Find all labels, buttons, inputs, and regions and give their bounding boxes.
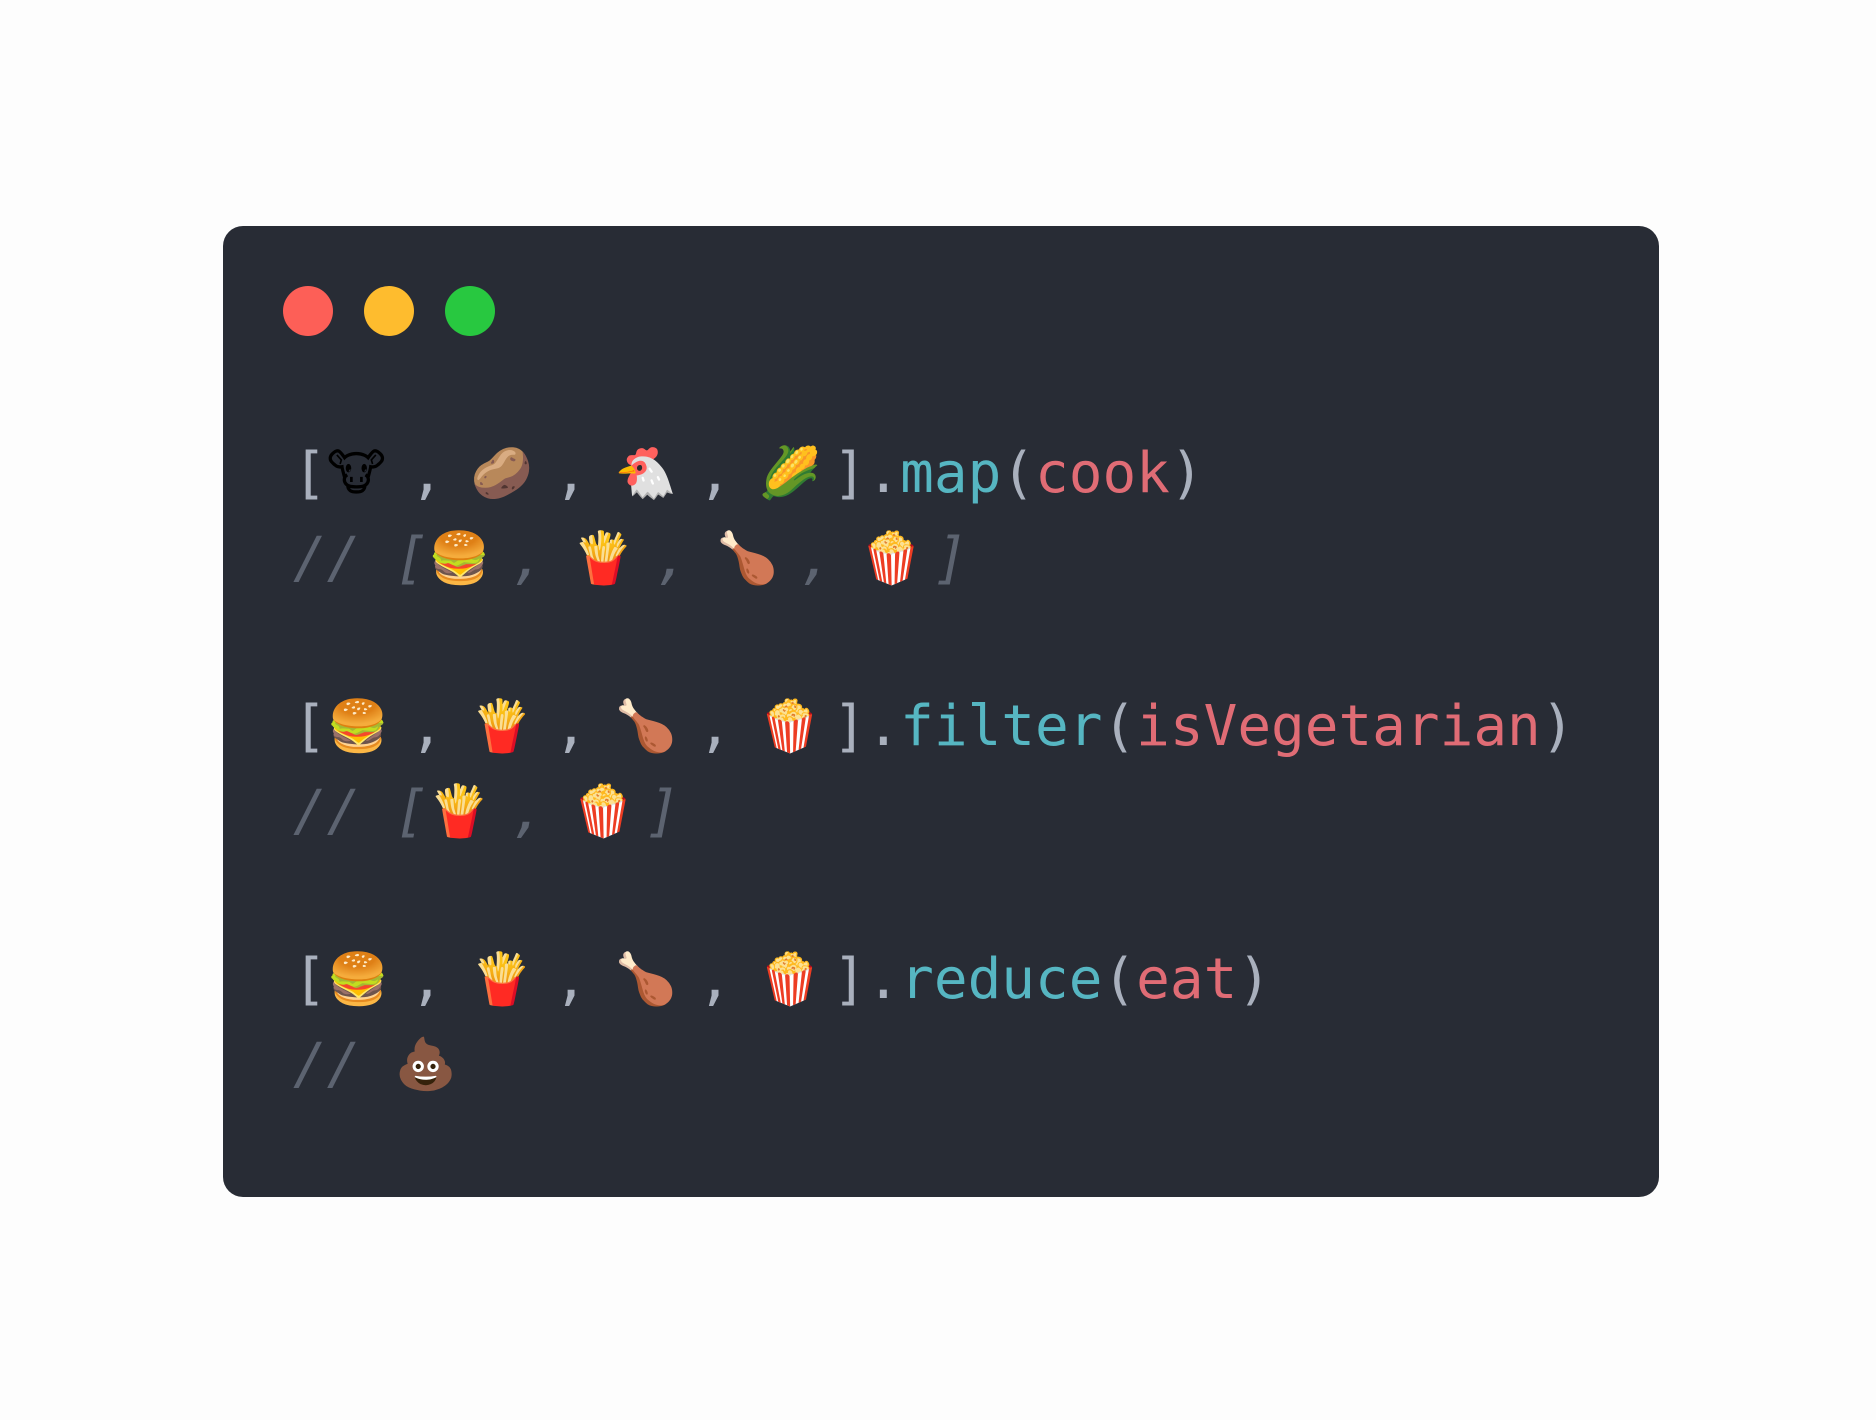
comment-prefix: // (293, 779, 361, 844)
comment-line-reduce: // 💩 (293, 1022, 1619, 1107)
open-bracket: [ (394, 779, 429, 844)
close-bracket: ] (832, 947, 867, 1012)
comment-line-filter: // [ 🍟 , 🍿 ] (293, 769, 1619, 854)
method-name: filter (900, 694, 1103, 759)
paren-open: ( (1102, 947, 1137, 1012)
dot: . (866, 947, 901, 1012)
drumstick-icon: 🍗 (716, 529, 779, 587)
paren-close: ) (1237, 947, 1272, 1012)
burger-icon: 🍔 (428, 529, 491, 587)
minimize-button[interactable] (364, 286, 414, 336)
separator: , (799, 526, 834, 591)
chicken-icon: 🐔 (614, 444, 677, 502)
argument: isVegetarian (1136, 694, 1541, 759)
separator: , (697, 694, 732, 759)
separator: , (655, 526, 690, 591)
separator: , (553, 694, 588, 759)
separator: , (511, 526, 546, 591)
dot: . (866, 694, 901, 759)
paren-open: ( (1102, 694, 1137, 759)
maximize-button[interactable] (445, 286, 495, 336)
popcorn-icon: 🍿 (860, 529, 923, 587)
separator: , (553, 441, 588, 506)
separator: , (409, 441, 444, 506)
code-line-reduce: [ 🍔 , 🍟 , 🍗 , 🍿 ] . reduce ( eat ) (293, 937, 1619, 1022)
poop-icon: 💩 (394, 1035, 457, 1093)
code-window: [ 🐮 , 🥔 , 🐔 , 🌽 ] . map ( cook ) // [ 🍔 … (223, 226, 1659, 1197)
popcorn-icon: 🍿 (572, 782, 635, 840)
separator: , (409, 694, 444, 759)
comment-prefix: // (293, 526, 361, 591)
paren-close: ) (1540, 694, 1575, 759)
drumstick-icon: 🍗 (614, 950, 677, 1008)
method-name: map (900, 441, 1002, 506)
popcorn-icon: 🍿 (758, 950, 821, 1008)
open-bracket: [ (293, 441, 327, 506)
close-button[interactable] (283, 286, 333, 336)
potato-icon: 🥔 (470, 444, 533, 502)
method-name: reduce (900, 947, 1103, 1012)
open-bracket: [ (293, 694, 327, 759)
comment-line-map: // [ 🍔 , 🍟 , 🍗 , 🍿 ] (293, 516, 1619, 601)
burger-icon: 🍔 (326, 697, 389, 755)
burger-icon: 🍔 (326, 950, 389, 1008)
fries-icon: 🍟 (470, 697, 533, 755)
code-line-map: [ 🐮 , 🥔 , 🐔 , 🌽 ] . map ( cook ) (293, 431, 1619, 516)
close-bracket: ] (832, 441, 867, 506)
open-bracket: [ (293, 947, 327, 1012)
drumstick-icon: 🍗 (614, 697, 677, 755)
comment-prefix: // (293, 1032, 361, 1097)
argument: eat (1136, 947, 1238, 1012)
separator: , (409, 947, 444, 1012)
cow-icon: 🐮 (326, 444, 386, 502)
argument: cook (1035, 441, 1170, 506)
separator: , (553, 947, 588, 1012)
code-block: [ 🐮 , 🥔 , 🐔 , 🌽 ] . map ( cook ) // [ 🍔 … (293, 431, 1619, 1107)
close-bracket: ] (646, 779, 680, 844)
fries-icon: 🍟 (470, 950, 533, 1008)
separator: , (511, 779, 546, 844)
window-controls (283, 286, 495, 336)
separator: , (697, 947, 732, 1012)
popcorn-icon: 🍿 (758, 697, 821, 755)
close-bracket: ] (832, 694, 867, 759)
open-bracket: [ (394, 526, 429, 591)
fries-icon: 🍟 (572, 529, 635, 587)
separator: , (697, 441, 732, 506)
paren-open: ( (1001, 441, 1036, 506)
close-bracket: ] (934, 526, 968, 591)
corn-icon: 🌽 (758, 444, 821, 502)
paren-close: ) (1169, 441, 1204, 506)
dot: . (866, 441, 901, 506)
code-line-filter: [ 🍔 , 🍟 , 🍗 , 🍿 ] . filter ( isVegetaria… (293, 684, 1619, 769)
fries-icon: 🍟 (428, 782, 491, 840)
